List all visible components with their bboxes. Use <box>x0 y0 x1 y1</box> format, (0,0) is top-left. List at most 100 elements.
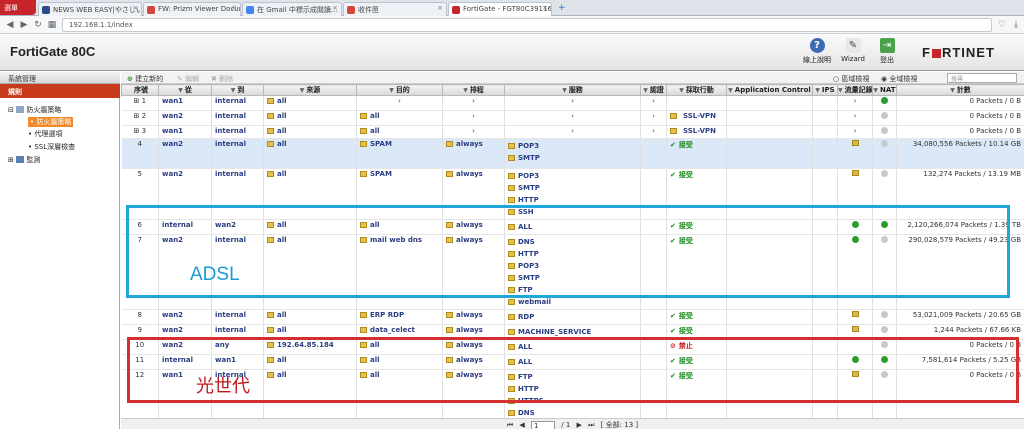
chevron-right-icon[interactable]: › <box>471 127 477 135</box>
tree-item-ssl-inspection[interactable]: • SSL深層檢查 <box>28 142 75 152</box>
reload-icon[interactable]: ↻ <box>32 19 44 31</box>
column-header[interactable]: ▼ 流量記錄 <box>837 84 873 96</box>
browser-tab-active[interactable]: FortiGate - FGT80C3911600 × <box>448 2 552 16</box>
service-name: POP3 <box>518 142 540 150</box>
chevron-right-icon[interactable]: › <box>471 97 477 105</box>
global-view-radio[interactable]: ◉ 全域檢視 <box>881 74 917 84</box>
speed-dial-icon[interactable]: ▦ <box>46 19 58 31</box>
filter-icon[interactable]: ▼ <box>950 87 955 94</box>
filter-icon[interactable]: ▼ <box>874 87 879 94</box>
delete-button[interactable]: ✖ 刪除 <box>211 74 233 84</box>
filter-icon[interactable]: ▼ <box>463 87 468 94</box>
browser-tab[interactable]: 在 Gmail 中標示成閱讀... × <box>242 2 342 16</box>
chevron-right-icon[interactable]: › <box>471 112 477 120</box>
filter-icon[interactable]: ▼ <box>178 87 183 94</box>
column-header[interactable]: 序號 <box>121 84 159 96</box>
search-input[interactable]: 搜尋 <box>947 73 1017 83</box>
close-icon[interactable]: × <box>437 4 443 12</box>
chevron-right-icon[interactable]: › <box>570 112 576 120</box>
nav-heading[interactable]: 系統管理 <box>0 72 120 84</box>
chevron-right-icon[interactable]: › <box>852 97 858 105</box>
filter-icon[interactable]: ▼ <box>562 87 567 94</box>
expand-icon[interactable]: ⊞ <box>8 156 14 164</box>
table-row[interactable]: ⊞ 1 wan1 internal all › › › › › 0 Packets / 0 B <box>121 95 1024 111</box>
column-header[interactable]: ▼ 目的 <box>356 84 443 96</box>
chevron-right-icon[interactable]: › <box>651 127 657 135</box>
first-page-icon[interactable]: ⏮ <box>507 421 513 429</box>
filter-icon[interactable]: ▼ <box>389 87 394 94</box>
column-header[interactable]: ▼ Application Control <box>726 84 813 96</box>
chevron-right-icon[interactable]: › <box>397 97 403 105</box>
address-bar[interactable]: 192.168.1.1/index <box>62 18 992 32</box>
forward-icon[interactable]: ▶ <box>18 19 30 31</box>
destination-address: SPAM <box>370 170 392 178</box>
browser-tab[interactable]: FW: Prizm Viewer Document× <box>143 2 241 16</box>
new-tab-button[interactable]: + <box>554 2 570 16</box>
wizard-button[interactable]: ✎ Wizard <box>838 38 868 68</box>
tree-item-monitor[interactable]: ⊞ 監測 <box>8 155 40 165</box>
table-row[interactable]: 4 wan2 internal all SPAM always POP3 SMTP ✔ 接受 34,… <box>121 138 1024 169</box>
nav-section-policy[interactable]: 規則 <box>0 84 120 98</box>
service-icon <box>508 314 515 320</box>
opera-menu-button[interactable]: 選單 <box>0 0 36 15</box>
filter-icon[interactable]: ▼ <box>231 87 236 94</box>
column-header[interactable]: ▼ 到 <box>211 84 264 96</box>
column-header[interactable]: ▼ 計數 <box>896 84 1024 96</box>
expand-icon[interactable]: ⊞ <box>133 97 141 105</box>
policy-toolbar: ⊕ 建立新的 ✎ 編輯 ✖ 刪除 ○ 區域檢視 ◉ 全域檢視 搜尋 <box>121 72 1024 84</box>
action-label: 接受 <box>678 327 693 335</box>
page-input[interactable]: 1 <box>531 420 556 429</box>
chevron-right-icon[interactable]: › <box>651 112 657 120</box>
chevron-right-icon[interactable]: › <box>852 127 858 135</box>
filter-icon[interactable]: ▼ <box>839 87 843 94</box>
filter-icon[interactable]: ▼ <box>815 87 820 94</box>
last-page-icon[interactable]: ⏭ <box>588 421 594 429</box>
online-help-button[interactable]: ? 線上說明 <box>802 38 832 68</box>
filter-icon[interactable]: ▼ <box>643 87 648 94</box>
service-name: MACHINE_SERVICE <box>518 328 592 336</box>
download-icon[interactable]: ⤓ <box>1010 19 1022 31</box>
tree-item-firewall-policy-group[interactable]: ⊟ 防火牆策略 <box>8 105 61 115</box>
chevron-right-icon[interactable]: › <box>570 127 576 135</box>
tree-item-firewall-policy[interactable]: • 防火牆策略 <box>28 117 74 127</box>
column-header[interactable]: ▼ IPS <box>812 84 838 96</box>
filter-icon[interactable]: ▼ <box>679 87 684 94</box>
column-header[interactable]: ▼ 來源 <box>263 84 357 96</box>
close-icon[interactable]: × <box>231 4 237 12</box>
log-icon <box>851 140 859 146</box>
close-icon[interactable]: × <box>132 4 138 12</box>
column-header[interactable]: ▼ 認證 <box>640 84 667 96</box>
cell-ips <box>812 95 838 111</box>
filter-icon[interactable]: ▼ <box>728 87 733 94</box>
back-icon[interactable]: ◀ <box>4 19 16 31</box>
edit-button[interactable]: ✎ 編輯 <box>177 74 199 84</box>
column-header[interactable]: ▼ 排程 <box>442 84 505 96</box>
chevron-right-icon[interactable]: › <box>852 112 858 120</box>
next-page-icon[interactable]: ▶ <box>577 421 582 429</box>
section-view-radio[interactable]: ○ 區域檢視 <box>833 74 869 84</box>
heart-icon[interactable]: ♡ <box>996 19 1008 31</box>
create-new-button[interactable]: ⊕ 建立新的 <box>127 74 163 84</box>
column-header[interactable]: ▼ 從 <box>158 84 212 96</box>
expand-icon[interactable]: ⊞ <box>133 127 141 135</box>
close-icon[interactable]: × <box>332 4 338 12</box>
prev-page-icon[interactable]: ◀ <box>519 421 524 429</box>
browser-nav-bar: ◀ ▶ ↻ ▦ 192.168.1.1/index ♡ ⤓ <box>0 16 1024 34</box>
table-row[interactable]: 8 wan2 internal all ERP RDP always RDP ✔ 接受 53,02… <box>121 309 1024 325</box>
chevron-right-icon[interactable]: › <box>651 97 657 105</box>
column-header[interactable]: ▼ 採取行動 <box>666 84 727 96</box>
collapse-icon[interactable]: ⊟ <box>8 106 14 114</box>
close-icon[interactable]: × <box>542 4 548 12</box>
browser-tab[interactable]: NEWS WEB EASY|やさしい × <box>38 2 142 16</box>
filter-icon[interactable]: ▼ <box>300 87 305 94</box>
schedule-icon <box>446 171 453 177</box>
expand-icon[interactable]: ⊞ <box>133 112 141 120</box>
column-header[interactable]: ▼ 服務 <box>504 84 641 96</box>
chevron-right-icon[interactable]: › <box>570 97 576 105</box>
table-row[interactable]: ⊞ 3 wan1 internal all all › › › SSL-VPN › 0 Packet… <box>121 125 1024 139</box>
table-row[interactable]: ⊞ 2 wan2 internal all all › › › SSL-VPN › 0 Packet… <box>121 110 1024 126</box>
logout-button[interactable]: ⇥ 登出 <box>872 38 902 68</box>
tree-item-proxy-options[interactable]: • 代理選項 <box>28 129 62 139</box>
column-header[interactable]: ▼ NAT <box>872 84 897 96</box>
browser-tab[interactable]: 收件匣 × <box>343 2 447 16</box>
